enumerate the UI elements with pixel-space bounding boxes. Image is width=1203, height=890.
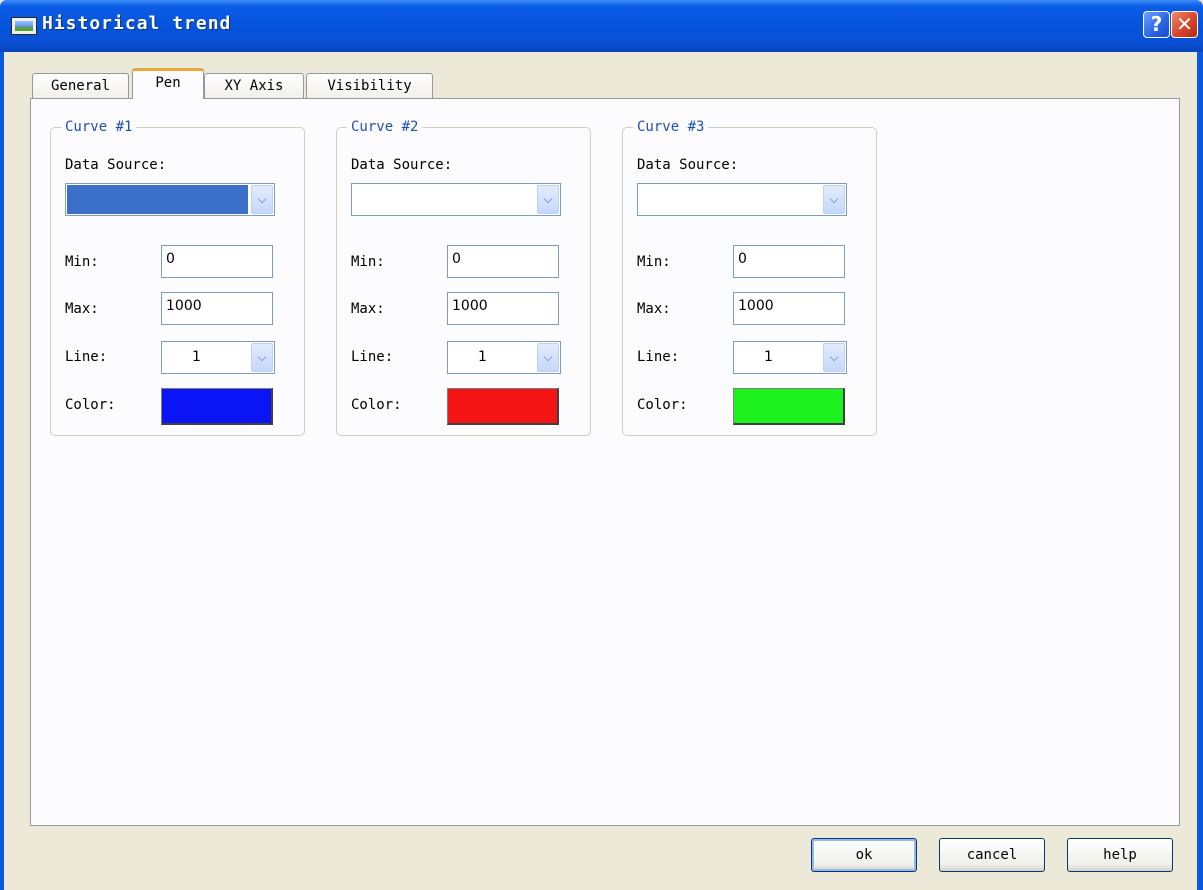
- curve-2-min-input[interactable]: 0: [447, 245, 559, 278]
- curve-1-group: Curve #1 Data Source: ⌵ Min: 0 Max: 1000…: [50, 119, 305, 436]
- cancel-button[interactable]: cancel: [939, 838, 1045, 872]
- curve-2-color-swatch[interactable]: [447, 388, 559, 425]
- curve-3-color-swatch[interactable]: [733, 388, 845, 425]
- curve-3-line-value: 1: [764, 349, 773, 365]
- dialog-window: Historical trend ? ✕ General Pen XY Axis…: [0, 0, 1203, 890]
- curve-2-max-input[interactable]: 1000: [447, 292, 559, 325]
- curve-3-min-input[interactable]: 0: [733, 245, 845, 278]
- curve-3-data-source-select[interactable]: ⌵: [637, 183, 847, 216]
- chevron-down-icon[interactable]: ⌵: [251, 185, 273, 214]
- min-label: Min:: [351, 254, 385, 270]
- line-label: Line:: [65, 349, 108, 365]
- curve-1-min-input[interactable]: 0: [161, 245, 273, 278]
- color-label: Color:: [637, 397, 688, 413]
- tab-general[interactable]: General: [32, 73, 129, 99]
- app-icon: [11, 17, 37, 35]
- line-label: Line:: [637, 349, 680, 365]
- data-source-label: Data Source:: [637, 157, 739, 173]
- chevron-down-icon[interactable]: ⌵: [537, 343, 559, 372]
- chevron-down-icon[interactable]: ⌵: [823, 343, 845, 372]
- chevron-down-icon[interactable]: ⌵: [251, 343, 273, 372]
- curve-3-title: Curve #3: [633, 119, 709, 135]
- curve-1-line-select[interactable]: 1 ⌵: [161, 341, 275, 374]
- max-label: Max:: [351, 301, 385, 317]
- close-icon[interactable]: ✕: [1171, 11, 1198, 38]
- curve-1-max-input[interactable]: 1000: [161, 292, 273, 325]
- curve-2-group: Curve #2 Data Source: ⌵ Min: 0 Max: 1000…: [336, 119, 591, 436]
- tab-pen[interactable]: Pen: [132, 68, 204, 99]
- curve-1-data-source-value: [67, 185, 248, 214]
- curve-1-line-value: 1: [192, 349, 201, 365]
- window-title: Historical trend: [42, 13, 232, 34]
- curve-2-line-select[interactable]: 1 ⌵: [447, 341, 561, 374]
- chevron-down-icon[interactable]: ⌵: [537, 185, 559, 214]
- help-button[interactable]: help: [1067, 838, 1173, 872]
- curve-2-title: Curve #2: [347, 119, 423, 135]
- tab-visibility[interactable]: Visibility: [306, 73, 433, 99]
- pen-tab-page: Curve #1 Data Source: ⌵ Min: 0 Max: 1000…: [30, 98, 1180, 826]
- curve-3-line-select[interactable]: 1 ⌵: [733, 341, 847, 374]
- help-icon[interactable]: ?: [1143, 11, 1170, 38]
- curve-3-max-input[interactable]: 1000: [733, 292, 845, 325]
- data-source-label: Data Source:: [65, 157, 167, 173]
- curve-3-group: Curve #3 Data Source: ⌵ Min: 0 Max: 1000…: [622, 119, 877, 436]
- curve-1-color-swatch[interactable]: [161, 388, 273, 425]
- title-bar[interactable]: Historical trend ? ✕: [0, 0, 1203, 52]
- dialog-client-area: General Pen XY Axis Visibility Curve #1 …: [4, 52, 1197, 890]
- color-label: Color:: [351, 397, 402, 413]
- tab-xy-axis[interactable]: XY Axis: [204, 73, 304, 99]
- data-source-label: Data Source:: [351, 157, 453, 173]
- curve-2-data-source-select[interactable]: ⌵: [351, 183, 561, 216]
- color-label: Color:: [65, 397, 116, 413]
- max-label: Max:: [65, 301, 99, 317]
- curve-1-data-source-select[interactable]: ⌵: [65, 183, 275, 216]
- curve-2-line-value: 1: [478, 349, 487, 365]
- chevron-down-icon[interactable]: ⌵: [823, 185, 845, 214]
- min-label: Min:: [65, 254, 99, 270]
- max-label: Max:: [637, 301, 671, 317]
- curve-1-title: Curve #1: [61, 119, 137, 135]
- line-label: Line:: [351, 349, 394, 365]
- ok-button[interactable]: ok: [811, 838, 917, 872]
- min-label: Min:: [637, 254, 671, 270]
